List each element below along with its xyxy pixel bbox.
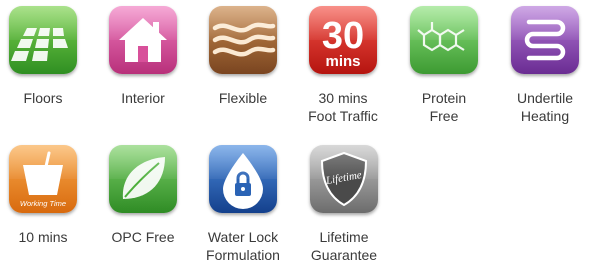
feature-floors: Floors [0,6,93,107]
feature-30-mins: 30 mins 30 mins Foot Traffic [293,6,393,125]
leaf-icon [109,145,177,213]
feature-label: OPC Free [111,229,175,245]
feature-label: Floors [23,90,63,106]
molecule-icon [410,6,478,74]
feature-label: Interior [121,90,165,106]
feature-label: Undertile Heating [516,90,574,124]
feature-protein-free: Protein Free [394,6,494,125]
feature-label: 10 mins [18,229,68,245]
house-icon [109,6,177,74]
heating-coil-icon [511,6,579,74]
floor-tiles-icon [9,6,77,74]
water-drop-lock-icon [209,145,277,213]
feature-label: Flexible [218,90,268,106]
feature-undertile-heating: Undertile Heating [495,6,589,125]
bucket-icon: Working Time [9,145,77,213]
feature-label: Protein Free [421,90,467,124]
feature-opc-free: OPC Free [93,145,193,246]
svg-text:30: 30 [322,15,364,57]
30-mins-icon: 30 mins [309,6,377,74]
svg-text:mins: mins [325,53,360,70]
feature-label: 30 mins Foot Traffic [308,90,378,124]
feature-interior: Interior [93,6,193,107]
feature-label: Lifetime Guarantee [310,229,378,263]
shield-icon: Lifetime [310,145,378,213]
feature-flexible: Flexible [193,6,293,107]
wavy-lines-icon [209,6,277,74]
feature-water-lock: Water Lock Formulation [193,145,293,264]
feature-10-mins: Working Time 10 mins [0,145,93,246]
feature-lifetime-guarantee: Lifetime Lifetime Guarantee [294,145,394,264]
svg-text:Working Time: Working Time [20,199,66,208]
feature-label: Water Lock Formulation [206,229,280,263]
